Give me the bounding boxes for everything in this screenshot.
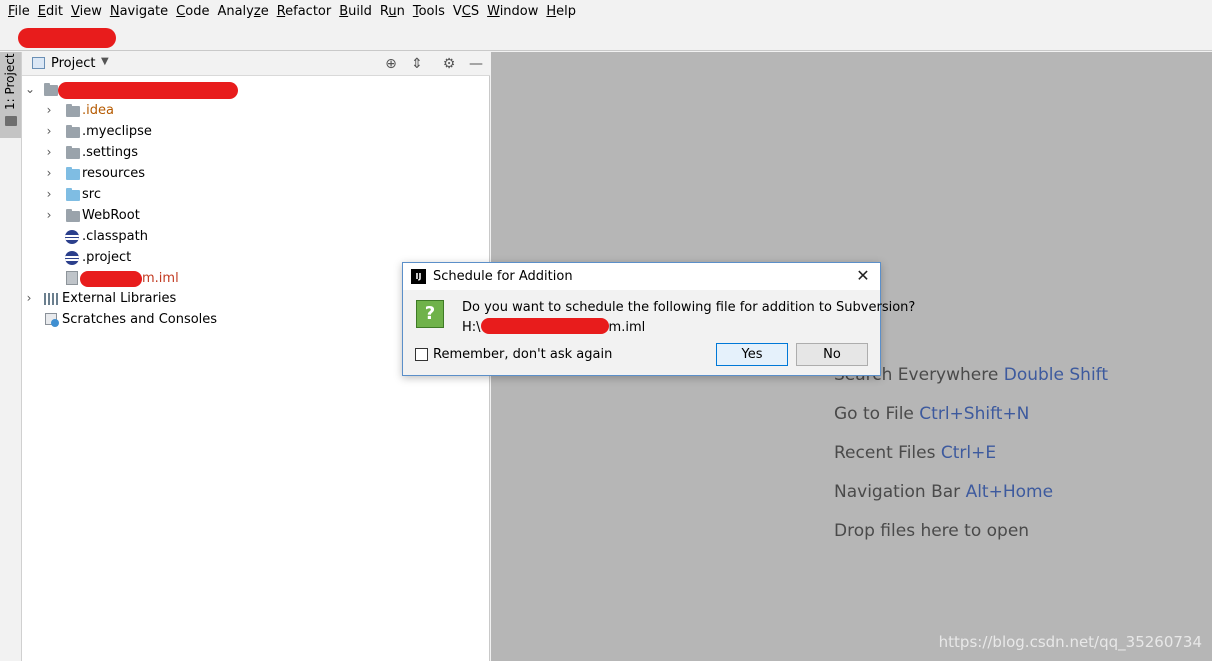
editor-hint: Recent Files Ctrl+E: [834, 443, 996, 463]
chevron-down-icon[interactable]: ▼: [101, 56, 109, 67]
menu-window[interactable]: Window: [483, 0, 542, 23]
yes-button[interactable]: Yes: [716, 343, 788, 366]
menu-file[interactable]: File: [4, 0, 34, 23]
menu-tools[interactable]: Tools: [409, 0, 449, 23]
folder-icon: [66, 125, 80, 138]
collapse-all-icon[interactable]: ⇕: [408, 55, 426, 73]
menu-build[interactable]: Build: [335, 0, 376, 23]
eclipse-icon: [65, 230, 79, 244]
schedule-for-addition-dialog: IJ Schedule for Addition ✕ ? Do you want…: [402, 262, 915, 376]
library-icon: [44, 293, 58, 305]
tree-item-resources[interactable]: › resources: [22, 163, 482, 184]
module-folder-icon: [44, 83, 58, 96]
chevron-right-icon[interactable]: ›: [44, 184, 54, 205]
dialog-file-path: H:\ m.iml: [462, 318, 645, 335]
dialog-title: Schedule for Addition: [433, 269, 573, 284]
folder-icon: [66, 167, 80, 180]
redacted-breadcrumb: [18, 28, 116, 48]
menu-bar: File Edit View Navigate Code Analyze Refactor B…: [0, 0, 1212, 23]
menu-analyze[interactable]: Analyze: [213, 0, 272, 23]
hint-shortcut: Ctrl+E: [935, 443, 997, 463]
hide-panel-icon[interactable]: —: [467, 55, 485, 73]
watermark: https://blog.csdn.net/qq_35260734: [938, 633, 1202, 651]
no-button[interactable]: No: [796, 343, 868, 366]
menu-edit[interactable]: Edit: [34, 0, 67, 23]
redacted-filename: [80, 271, 142, 287]
hint-shortcut: Ctrl+Shift+N: [913, 404, 1030, 424]
tree-item-classpath[interactable]: .classpath: [22, 226, 482, 247]
menu-help[interactable]: Help: [542, 0, 580, 23]
project-view-icon: [32, 57, 45, 69]
tree-item-label: WebRoot: [82, 208, 140, 223]
tree-item-label: resources: [82, 166, 146, 181]
intellij-logo-icon: IJ: [411, 269, 426, 284]
project-view-selector[interactable]: Project: [51, 56, 95, 71]
editor-hint: Navigation Bar Alt+Home: [834, 482, 1053, 502]
file-path-suffix: m.iml: [608, 320, 646, 335]
hint-shortcut: Alt+Home: [960, 482, 1054, 502]
chevron-right-icon[interactable]: ›: [44, 205, 54, 226]
project-tool-window-label: 1: Project: [3, 53, 17, 110]
hint-text: Go to File: [834, 404, 914, 424]
file-icon: [66, 271, 78, 285]
hint-shortcut: Double Shift: [998, 365, 1109, 385]
menu-view[interactable]: View: [67, 0, 106, 23]
redacted-file-path: [480, 318, 609, 334]
tree-item-label: External Libraries: [62, 291, 177, 306]
tree-item-src[interactable]: › src: [22, 184, 482, 205]
scratches-icon: [45, 313, 59, 327]
dialog-titlebar: IJ Schedule for Addition ✕: [403, 263, 880, 290]
menu-refactor[interactable]: Refactor: [273, 0, 336, 23]
chevron-down-icon[interactable]: ⌄: [25, 79, 35, 100]
tree-item-label: m.iml: [142, 271, 179, 286]
tree-item-settings[interactable]: › .settings: [22, 142, 482, 163]
editor-hint: Go to File Ctrl+Shift+N: [834, 404, 1029, 424]
redacted-module-name: [58, 82, 238, 99]
tree-item-webroot[interactable]: › WebRoot: [22, 205, 482, 226]
locate-icon[interactable]: ⊕: [382, 55, 400, 73]
tree-item-label: src: [82, 187, 101, 202]
tree-item-label: .settings: [82, 145, 138, 160]
hint-text: Drop files here to open: [834, 521, 1030, 541]
chevron-right-icon[interactable]: ›: [44, 163, 54, 184]
gear-icon[interactable]: ⚙: [440, 55, 458, 73]
tree-item-label: Scratches and Consoles: [62, 312, 218, 327]
tree-item-idea[interactable]: › .idea: [22, 100, 482, 121]
menu-code[interactable]: Code: [172, 0, 213, 23]
chevron-right-icon[interactable]: ›: [24, 288, 34, 309]
tree-item-label: .project: [82, 250, 132, 265]
remember-checkbox-label[interactable]: Remember, don't ask again: [433, 347, 612, 362]
chevron-right-icon[interactable]: ›: [44, 142, 54, 163]
hint-text: Recent Files: [834, 443, 936, 463]
remember-checkbox[interactable]: [415, 348, 428, 361]
folder-icon: [66, 209, 80, 222]
editor-hint: Drop files here to open: [834, 521, 1029, 541]
dialog-message: Do you want to schedule the following fi…: [462, 300, 916, 315]
file-path-prefix: H:\: [462, 320, 481, 335]
hint-text: Navigation Bar: [834, 482, 961, 502]
navigation-bar: [0, 23, 1212, 51]
folder-icon: [66, 146, 80, 159]
chevron-right-icon[interactable]: ›: [44, 121, 54, 142]
folder-icon: [66, 188, 80, 201]
menu-vcs[interactable]: VCS: [449, 0, 483, 23]
question-icon: ?: [416, 300, 444, 328]
folder-icon: [66, 104, 80, 117]
folder-icon: [5, 116, 17, 126]
tree-item-label: .myeclipse: [82, 124, 152, 139]
close-icon[interactable]: ✕: [853, 266, 873, 286]
menu-run[interactable]: Run: [376, 0, 409, 23]
tree-root[interactable]: ⌄: [22, 79, 482, 100]
left-tool-stripe: [0, 52, 22, 661]
eclipse-icon: [65, 251, 79, 265]
remember-choice-row[interactable]: Remember, don't ask again: [415, 347, 612, 362]
project-panel-header: Project ▼ ⊕ ⇕ ⚙ —: [22, 52, 490, 76]
menu-navigate[interactable]: Navigate: [106, 0, 172, 23]
tree-item-myeclipse[interactable]: › .myeclipse: [22, 121, 482, 142]
tree-item-label: .classpath: [82, 229, 148, 244]
tree-item-label: .idea: [82, 103, 114, 118]
chevron-right-icon[interactable]: ›: [44, 100, 54, 121]
